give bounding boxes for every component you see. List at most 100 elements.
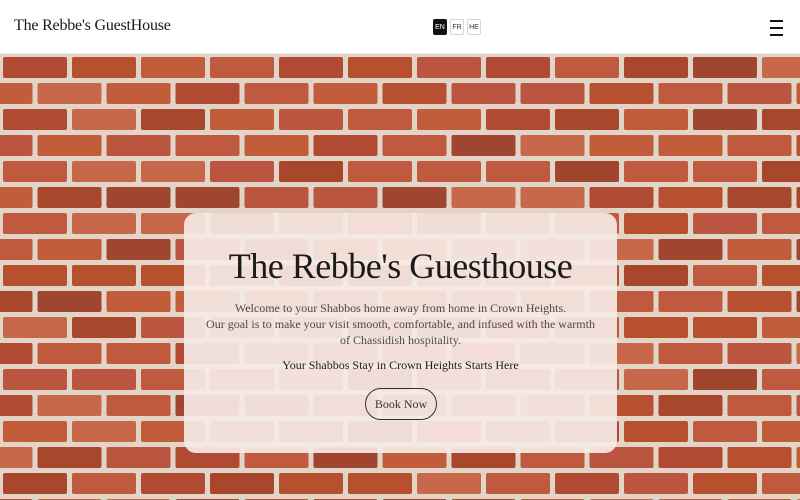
brick bbox=[624, 57, 688, 78]
brick bbox=[106, 239, 171, 260]
brick bbox=[37, 135, 102, 156]
brick bbox=[796, 291, 800, 312]
brick bbox=[762, 213, 800, 234]
brick bbox=[244, 135, 309, 156]
brick bbox=[106, 291, 171, 312]
language-fr-button[interactable]: FR bbox=[450, 19, 464, 35]
brick bbox=[658, 447, 723, 468]
site-header: The Rebbe's GuestHouse EN FR HE bbox=[0, 0, 800, 54]
brick bbox=[37, 447, 102, 468]
brick bbox=[382, 83, 447, 104]
brick bbox=[486, 161, 550, 182]
brick bbox=[624, 369, 688, 390]
brick bbox=[624, 213, 688, 234]
language-en-button[interactable]: EN bbox=[433, 19, 447, 35]
hamburger-menu-icon[interactable] bbox=[770, 20, 783, 36]
brick bbox=[658, 343, 723, 364]
brick bbox=[3, 369, 67, 390]
brick bbox=[37, 343, 102, 364]
brick bbox=[727, 83, 792, 104]
hero-description-line1: Welcome to your Shabbos home away from h… bbox=[234, 301, 567, 315]
brick bbox=[624, 109, 688, 130]
brick bbox=[762, 57, 800, 78]
language-switcher: EN FR HE bbox=[433, 19, 481, 35]
brick bbox=[72, 473, 136, 494]
brick bbox=[244, 187, 309, 208]
language-he-button[interactable]: HE bbox=[467, 19, 481, 35]
brick bbox=[486, 57, 550, 78]
hero-description-line2: Our goal is to make your visit smooth, c… bbox=[206, 317, 595, 347]
menu-line bbox=[770, 27, 783, 29]
brick bbox=[106, 187, 171, 208]
brick bbox=[417, 57, 481, 78]
brick bbox=[382, 135, 447, 156]
brick bbox=[589, 83, 654, 104]
brick bbox=[0, 187, 33, 208]
brick bbox=[175, 135, 240, 156]
brick bbox=[451, 135, 516, 156]
brick bbox=[3, 57, 67, 78]
brick bbox=[520, 135, 585, 156]
brick bbox=[693, 369, 757, 390]
brick bbox=[658, 239, 723, 260]
brick bbox=[348, 109, 412, 130]
brick bbox=[0, 135, 33, 156]
brick bbox=[624, 317, 688, 338]
brick bbox=[72, 317, 136, 338]
brick bbox=[451, 187, 516, 208]
brick bbox=[693, 265, 757, 286]
brick bbox=[555, 109, 619, 130]
brick bbox=[106, 395, 171, 416]
brick bbox=[313, 187, 378, 208]
brick bbox=[727, 239, 792, 260]
brick bbox=[693, 161, 757, 182]
brick bbox=[555, 473, 619, 494]
brick bbox=[624, 161, 688, 182]
brick bbox=[348, 473, 412, 494]
brick bbox=[0, 395, 33, 416]
brick bbox=[693, 109, 757, 130]
brick bbox=[175, 83, 240, 104]
book-now-button[interactable]: Book Now bbox=[365, 388, 437, 420]
brick bbox=[658, 83, 723, 104]
hero-title: The Rebbe's Guesthouse bbox=[228, 246, 573, 286]
brick bbox=[3, 265, 67, 286]
brick bbox=[313, 135, 378, 156]
brick bbox=[37, 239, 102, 260]
brick bbox=[348, 57, 412, 78]
brick bbox=[658, 135, 723, 156]
brick bbox=[141, 161, 205, 182]
brick bbox=[210, 473, 274, 494]
brick bbox=[727, 187, 792, 208]
brick bbox=[0, 343, 33, 364]
brick bbox=[762, 369, 800, 390]
brick bbox=[693, 317, 757, 338]
brick bbox=[0, 291, 33, 312]
brick bbox=[796, 239, 800, 260]
brick bbox=[37, 187, 102, 208]
site-brand[interactable]: The Rebbe's GuestHouse bbox=[14, 17, 171, 35]
brick bbox=[3, 213, 67, 234]
brick bbox=[486, 473, 550, 494]
brick bbox=[279, 109, 343, 130]
brick bbox=[727, 291, 792, 312]
brick bbox=[72, 265, 136, 286]
brick bbox=[3, 161, 67, 182]
brick bbox=[796, 83, 800, 104]
brick bbox=[624, 265, 688, 286]
brick bbox=[141, 473, 205, 494]
brick bbox=[37, 83, 102, 104]
brick bbox=[210, 109, 274, 130]
brick bbox=[796, 395, 800, 416]
brick bbox=[106, 135, 171, 156]
brick bbox=[3, 109, 67, 130]
brick bbox=[762, 317, 800, 338]
brick bbox=[762, 265, 800, 286]
hero-description: Welcome to your Shabbos home away from h… bbox=[200, 300, 601, 348]
brick bbox=[520, 83, 585, 104]
brick bbox=[727, 447, 792, 468]
brick bbox=[486, 109, 550, 130]
brick bbox=[175, 187, 240, 208]
brick bbox=[141, 57, 205, 78]
brick bbox=[658, 187, 723, 208]
